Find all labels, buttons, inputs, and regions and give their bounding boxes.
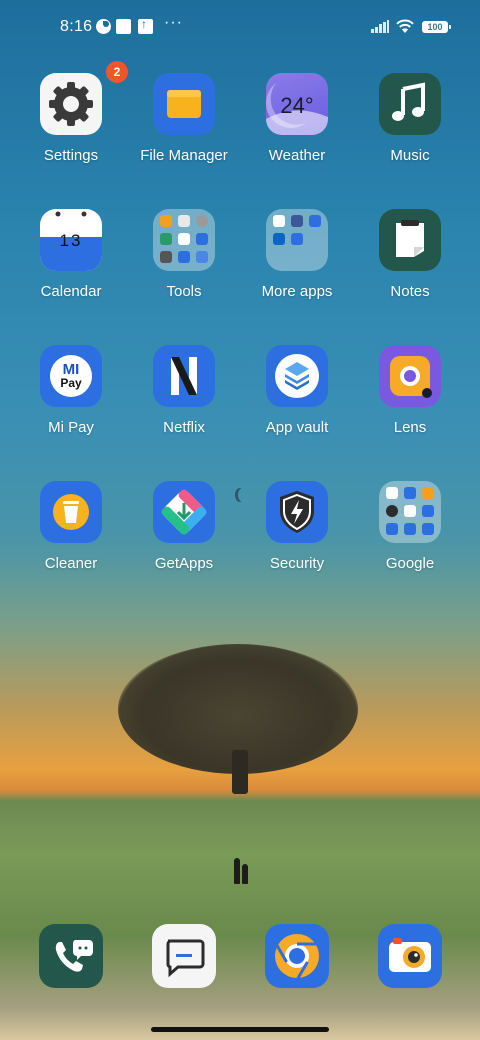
app-label: Mi Pay <box>48 419 94 436</box>
security-shield-icon <box>266 481 328 543</box>
more-notifications-icon: ··· <box>164 14 183 31</box>
calendar-day: 13 <box>59 231 83 250</box>
cleaner-icon <box>40 481 102 543</box>
app-label: Netflix <box>163 419 205 436</box>
folder-tools[interactable]: Tools <box>129 209 239 300</box>
battery-icon: 100 <box>422 21 451 33</box>
music-note-icon <box>379 73 441 135</box>
folder-label: More apps <box>261 283 333 300</box>
app-settings[interactable]: 2 Settings <box>16 61 128 164</box>
app-label: Cleaner <box>44 555 98 572</box>
app-music[interactable]: Music <box>355 73 465 164</box>
dock-chrome-button[interactable] <box>265 924 329 988</box>
signal-icon <box>371 20 389 33</box>
notification-icon <box>96 19 111 34</box>
app-notes[interactable]: Notes <box>355 209 465 300</box>
folder-label: Tools <box>166 283 202 300</box>
app-mi-pay[interactable]: MI Pay Mi Pay <box>16 345 126 436</box>
app-label: App vault <box>265 419 329 436</box>
folder-tools-icon <box>153 209 215 271</box>
folder-more-apps[interactable]: More apps <box>242 209 352 300</box>
folder-more-apps-icon <box>266 209 328 271</box>
app-label: Security <box>269 555 325 572</box>
mi-pay-logo-pay: Pay <box>60 376 82 390</box>
app-label: Music <box>390 147 430 164</box>
upload-notification-icon <box>138 17 153 34</box>
app-label: Notes <box>390 283 430 300</box>
chrome-icon <box>275 934 319 981</box>
lens-icon <box>379 345 441 407</box>
home-gesture-bar[interactable] <box>151 1027 329 1032</box>
mi-pay-icon: MI Pay <box>40 345 102 407</box>
netflix-icon <box>153 345 215 407</box>
weather-temperature: 24° <box>280 93 314 118</box>
people-silhouette <box>232 856 250 884</box>
dock-camera-button[interactable] <box>378 924 442 988</box>
dock-messages-button[interactable] <box>152 924 216 988</box>
status-bar: 8:16 ··· 100 <box>0 0 480 56</box>
phone-icon <box>55 940 93 972</box>
app-vault-icon <box>266 345 328 407</box>
square-notification-icon <box>116 19 131 34</box>
app-label: GetApps <box>154 555 214 572</box>
app-label: Weather <box>268 147 326 164</box>
folder-label: Google <box>385 555 435 572</box>
app-file-manager[interactable]: File Manager <box>129 73 239 164</box>
app-lens[interactable]: Lens <box>355 345 465 436</box>
folder-icon <box>153 73 215 135</box>
calendar-icon: 13 <box>40 209 102 271</box>
app-vault[interactable]: App vault <box>242 345 352 436</box>
app-label: Lens <box>393 419 427 436</box>
tree-trunk <box>232 750 248 794</box>
gear-icon <box>40 73 102 135</box>
wifi-icon <box>396 19 414 33</box>
dock-phone-button[interactable] <box>39 924 103 988</box>
messages-icon <box>166 939 205 978</box>
status-clock: 8:16 <box>60 18 93 35</box>
folder-google[interactable]: Google <box>355 481 465 572</box>
app-weather[interactable]: 24° Weather <box>242 73 352 164</box>
weather-icon: 24° <box>266 73 328 135</box>
app-netflix[interactable]: Netflix <box>129 345 239 436</box>
notification-badge: 2 <box>106 61 128 83</box>
app-security[interactable]: Security <box>242 481 352 572</box>
app-getapps[interactable]: GetApps <box>129 481 239 572</box>
app-label: File Manager <box>140 147 228 164</box>
app-calendar[interactable]: 13 Calendar <box>16 209 126 300</box>
app-label: Calendar <box>40 283 102 300</box>
folder-google-icon <box>379 481 441 543</box>
app-label: Settings <box>43 147 99 164</box>
app-cleaner[interactable]: Cleaner <box>16 481 126 572</box>
camera-icon <box>389 938 431 972</box>
notes-icon <box>379 209 441 271</box>
getapps-icon <box>153 481 215 543</box>
